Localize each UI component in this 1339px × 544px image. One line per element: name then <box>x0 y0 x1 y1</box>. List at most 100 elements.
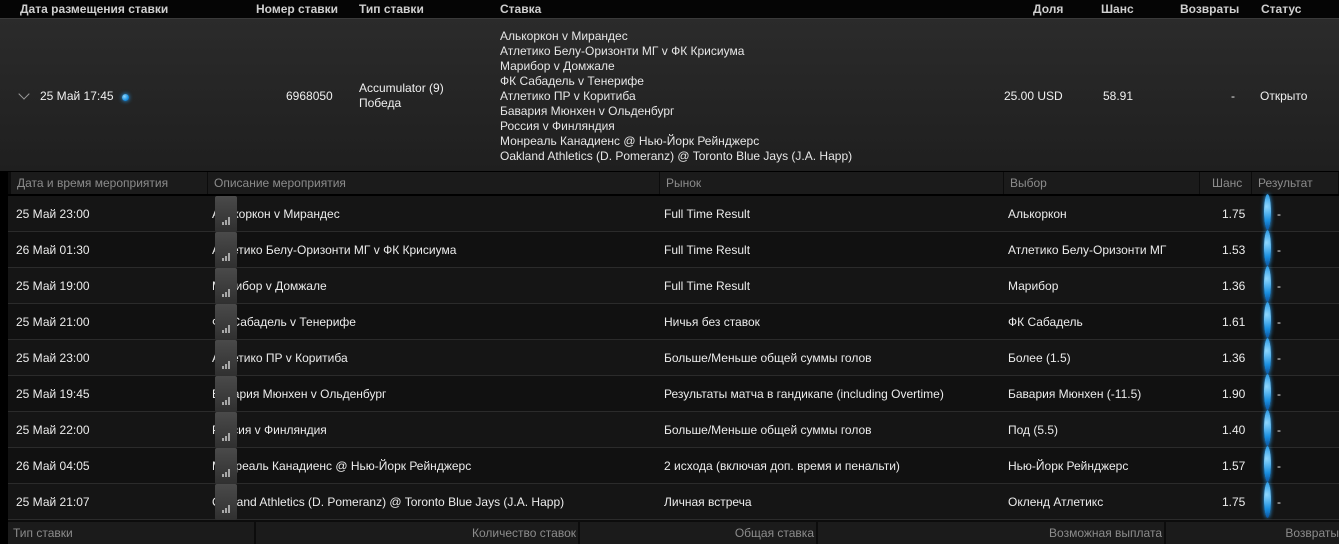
bet-status: Открыто <box>1260 89 1308 103</box>
table-row: 25 Май 21:00 ФК Сабадель v Тенерифе Ничь… <box>8 302 1339 340</box>
leg-selection: Бавария Мюнхен (-11.5) <box>1008 387 1142 401</box>
col-bet-header: Ставка <box>500 2 542 16</box>
table-row: 25 Май 23:00 Атлетико ПР v Коритиба Боль… <box>8 338 1339 376</box>
leg-datetime: 26 Май 01:30 <box>16 243 90 257</box>
leg-market: 2 исхода (включая доп. время и пенальти) <box>664 459 900 473</box>
status-dot-icon <box>1264 410 1271 446</box>
leg-market: Ничья без ставок <box>664 315 760 329</box>
stats-icon[interactable] <box>215 340 237 376</box>
leg-market: Больше/Меньше общей суммы голов <box>664 423 872 437</box>
leg-result: - <box>1264 374 1281 412</box>
col-returns-header: Возвраты <box>1166 522 1339 544</box>
bet-row[interactable]: 25 Май 17:45 6968050 Accumulator (9) Поб… <box>0 18 1339 171</box>
leg-result: - <box>1264 446 1281 484</box>
stats-icon[interactable] <box>215 304 237 340</box>
leg-datetime: 25 Май 21:07 <box>16 495 90 509</box>
status-dot-icon <box>1264 482 1271 518</box>
selection-item: ФК Сабадель v Тенерифе <box>500 74 644 88</box>
leg-market: Full Time Result <box>664 243 751 257</box>
col-number-header: Номер ставки <box>256 2 339 16</box>
col-stake-header: Доля <box>1033 2 1064 16</box>
leg-datetime: 25 Май 23:00 <box>16 351 90 365</box>
leg-odds: 1.75 <box>1222 207 1246 221</box>
col-odds-header: Шанс <box>1200 172 1252 194</box>
leg-market: Результаты матча в гандикапе (including … <box>664 387 944 401</box>
selection-list: Алькоркон v Мирандес Атлетико Белу-Оризо… <box>500 29 852 164</box>
status-dot-icon <box>1264 302 1271 338</box>
leg-datetime: 25 Май 23:00 <box>16 207 90 221</box>
leg-odds: 1.61 <box>1222 315 1246 329</box>
col-status-header: Статус <box>1261 2 1302 16</box>
leg-selection: Марибор <box>1008 279 1059 293</box>
col-total-stake-header: Общая ставка <box>580 522 816 544</box>
bet-stake: 25.00 USD <box>1004 89 1063 103</box>
selection-item: Алькоркон v Мирандес <box>500 29 628 43</box>
col-market-header: Рынок <box>660 172 1004 194</box>
leg-odds: 1.36 <box>1222 351 1246 365</box>
selection-item: Атлетико Белу-Оризонти МГ v ФК Крисиума <box>500 44 745 58</box>
leg-datetime: 25 Май 19:45 <box>16 387 90 401</box>
leg-odds: 1.53 <box>1222 243 1246 257</box>
leg-result: - <box>1264 338 1281 376</box>
col-event-datetime-header: Дата и время мероприятия <box>11 172 208 194</box>
status-dot-icon <box>1264 338 1271 374</box>
leg-market: Больше/Меньше общей суммы голов <box>664 351 872 365</box>
leg-selection: Алькоркон <box>1008 207 1067 221</box>
table-row: 25 Май 19:00 Марибор v Домжале Full Time… <box>8 266 1339 304</box>
stats-icon[interactable] <box>215 376 237 412</box>
stats-icon[interactable] <box>215 412 237 448</box>
leg-result: - <box>1264 230 1281 268</box>
table-row: 25 Май 23:00 Алькоркон v Мирандес Full T… <box>8 194 1339 232</box>
col-potential-payout-header: Возможная выплата <box>818 522 1164 544</box>
leg-odds: 1.40 <box>1222 423 1246 437</box>
col-date-header: Дата размещения ставки <box>20 2 169 16</box>
table-row: 26 Май 04:05 Монреаль Канадиенс @ Нью-Йо… <box>8 446 1339 484</box>
leg-result: - <box>1264 266 1281 304</box>
selection-item: Oakland Athletics (D. Pomeranz) @ Toront… <box>500 149 853 163</box>
leg-odds: 1.75 <box>1222 495 1246 509</box>
leg-selection: Атлетико Белу-Оризонти МГ <box>1008 243 1167 257</box>
col-result-header: Результат <box>1252 172 1339 194</box>
stats-icon[interactable] <box>215 448 237 484</box>
summary-table-header: Тип ставки Количество ставок Общая ставк… <box>8 520 1339 544</box>
table-row: 25 Май 19:45 Бавария Мюнхен v Ольденбург… <box>8 374 1339 412</box>
stats-icon[interactable] <box>215 484 237 520</box>
leg-datetime: 26 Май 04:05 <box>16 459 90 473</box>
stats-icon[interactable] <box>215 196 237 232</box>
leg-datetime: 25 Май 21:00 <box>16 315 90 329</box>
stats-icon[interactable] <box>215 268 237 304</box>
leg-selection: Под (5.5) <box>1008 423 1059 437</box>
leg-result: - <box>1264 194 1281 232</box>
leg-selection: ФК Сабадель <box>1008 315 1083 329</box>
table-row: 25 Май 21:07 Oakland Athletics (D. Pomer… <box>8 482 1339 520</box>
table-row: 26 Май 01:30 Атлетико Белу-Оризонти МГ v… <box>8 230 1339 268</box>
selection-item: Бавария Мюнхен v Ольденбург <box>500 104 675 118</box>
status-dot-icon <box>1264 230 1271 266</box>
leg-selection: Нью-Йорк Рейнджерс <box>1008 459 1129 473</box>
col-odds-header: Шанс <box>1101 2 1134 16</box>
col-event-description-header: Описание мероприятия <box>208 172 660 194</box>
selection-item: Марибор v Домжале <box>500 59 615 73</box>
status-dot-icon <box>1264 446 1271 482</box>
status-dot-icon <box>1264 374 1271 410</box>
bets-table-header: Дата размещения ставки Номер ставки Тип … <box>0 0 1339 18</box>
bet-odds: 58.91 <box>1103 89 1134 103</box>
bet-date: 25 Май 17:45 <box>40 89 114 103</box>
status-dot-icon <box>1264 266 1271 302</box>
leg-odds: 1.36 <box>1222 279 1246 293</box>
chevron-down-icon[interactable] <box>18 88 30 100</box>
leg-odds: 1.90 <box>1222 387 1246 401</box>
leg-selection: Окленд Атлетикс <box>1008 495 1104 509</box>
stats-icon[interactable] <box>215 232 237 268</box>
bet-type-result: Победа <box>359 96 402 110</box>
leg-result: - <box>1264 302 1281 340</box>
status-dot-icon <box>1264 194 1271 230</box>
bet-returns: - <box>1231 89 1235 103</box>
leg-market: Full Time Result <box>664 207 751 221</box>
selection-item: Монреаль Канадиенс @ Нью-Йорк Рейнджерс <box>500 134 760 148</box>
leg-market: Личная встреча <box>664 495 752 509</box>
leg-odds: 1.57 <box>1222 459 1246 473</box>
col-type-header: Тип ставки <box>359 2 424 16</box>
status-dot-icon <box>122 90 129 104</box>
legs-table-header: Дата и время мероприятия Описание меропр… <box>8 172 1339 194</box>
